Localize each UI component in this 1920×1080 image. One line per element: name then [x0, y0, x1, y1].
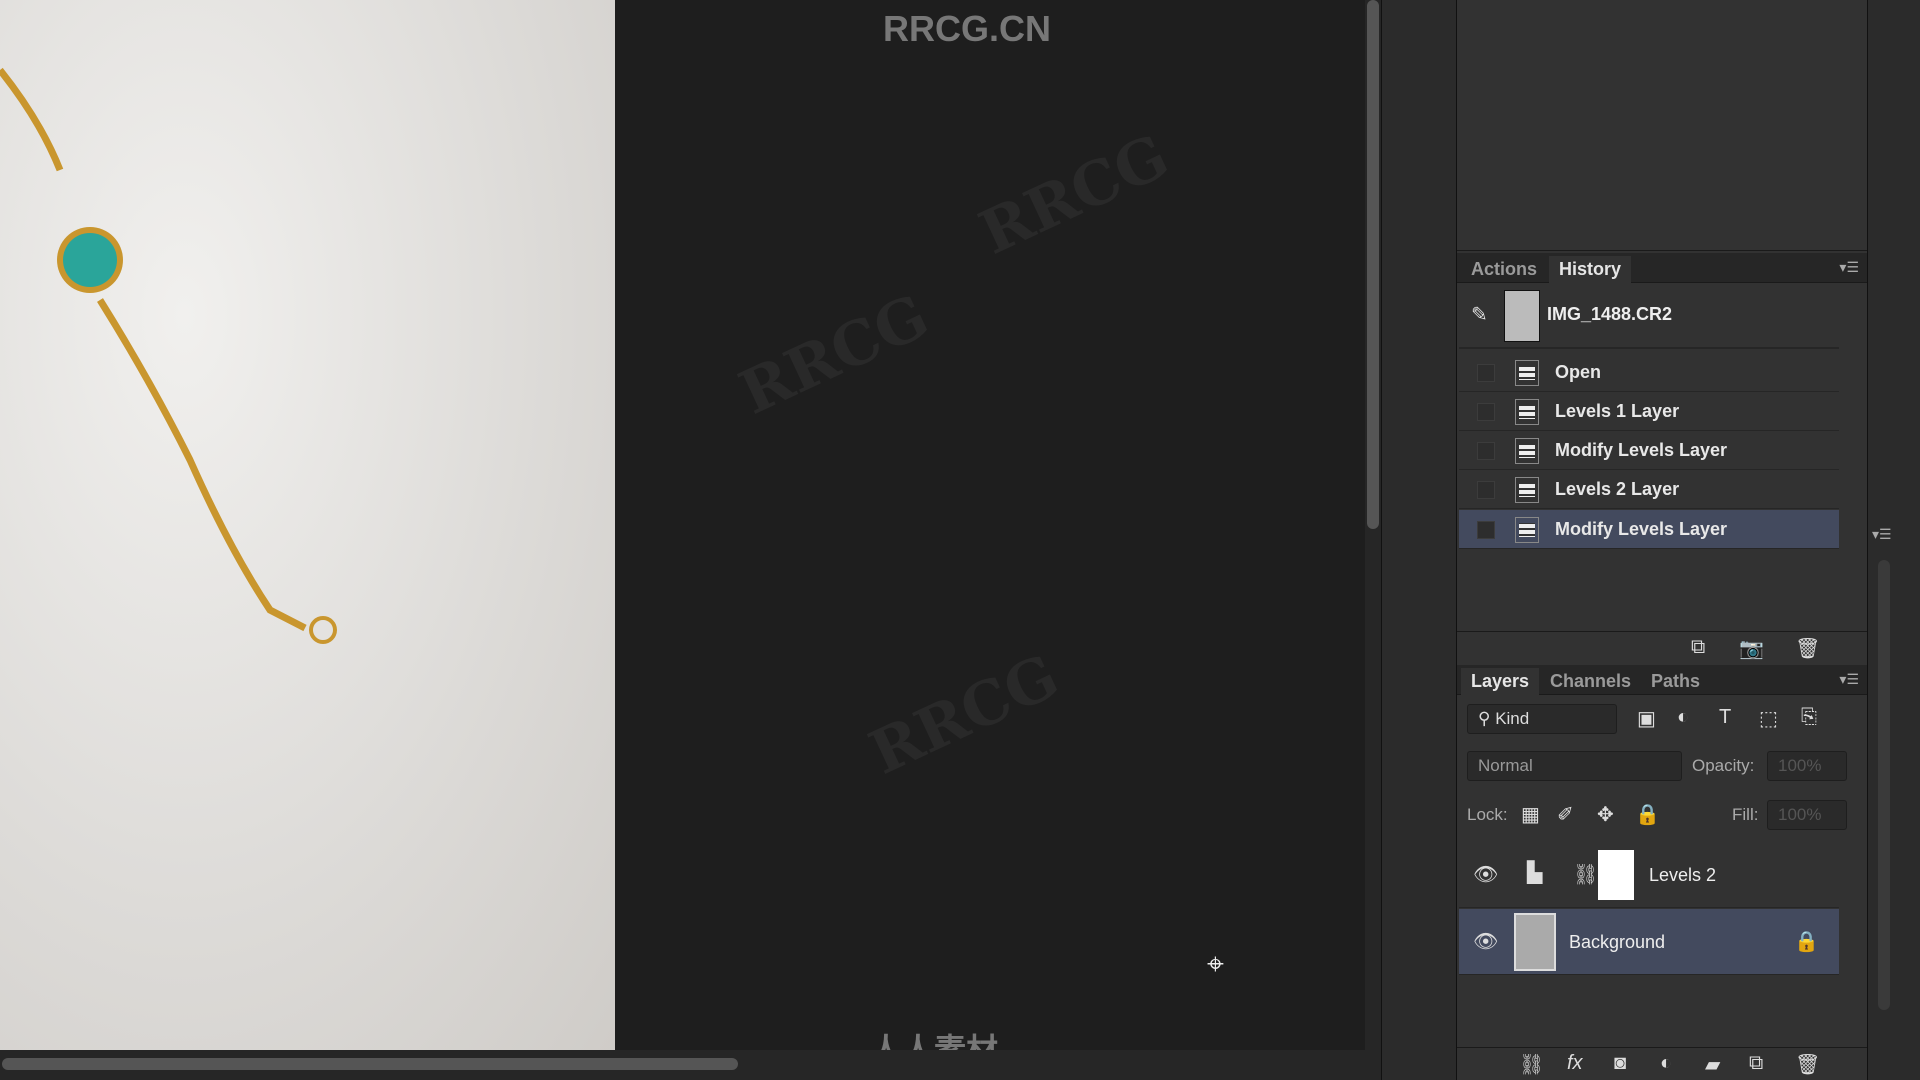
history-checkbox[interactable] [1477, 442, 1495, 460]
layer-name: Levels 2 [1649, 865, 1717, 885]
history-checkbox[interactable] [1477, 403, 1495, 421]
lock-transparent-icon[interactable]: ▦ [1521, 802, 1540, 827]
panel-dock [1381, 0, 1457, 1080]
history-item[interactable]: Open [1459, 353, 1839, 392]
history-item-label: Modify Levels Layer [1555, 440, 1728, 460]
fx-icon[interactable]: fx [1567, 1052, 1583, 1075]
history-state-icon [1515, 438, 1539, 464]
history-item[interactable]: Modify Levels Layer [1459, 431, 1839, 470]
filter-pixel-icon[interactable]: ▣ [1637, 706, 1656, 731]
new-document-from-state-icon[interactable]: ⧉ [1691, 636, 1705, 659]
history-tabs: Actions History ▾☰ [1457, 253, 1867, 283]
eye-visibility-icon[interactable]: 👁 [1473, 862, 1498, 887]
add-mask-icon[interactable]: ◙ [1614, 1052, 1626, 1075]
history-state-icon [1515, 517, 1539, 543]
fill-input[interactable]: 100% [1767, 800, 1847, 830]
snapshot-label: IMG_1488.CR2 [1547, 304, 1673, 324]
tab-paths[interactable]: Paths [1641, 668, 1710, 695]
lock-all-icon[interactable]: 🔒 [1635, 802, 1660, 827]
bracelet-image [0, 67, 337, 644]
panel-scrollbar[interactable] [1878, 560, 1890, 1010]
layers-footer: ⛓ fx ◙ ◐ ▰ ⧉ 🗑 [1457, 1047, 1867, 1080]
watermark-top: RRCG.CN [883, 8, 1051, 49]
camera-snapshot-icon[interactable]: 📷 [1739, 636, 1764, 661]
layer-mask-thumbnail[interactable] [1598, 850, 1634, 900]
filter-adjustment-icon[interactable]: ◐ [1677, 706, 1689, 729]
blend-mode-select[interactable]: Normal [1467, 751, 1682, 781]
watermark: RRCG [969, 121, 1180, 269]
right-panels: Actions History ▾☰ ✎ IMG_1488.CR2 Open L… [1457, 0, 1867, 1080]
chain-link-icon[interactable]: ⛓ [1573, 862, 1598, 887]
layer-name: Background [1569, 932, 1666, 952]
lock-icon: 🔒 [1794, 931, 1819, 953]
trash-icon[interactable]: 🗑 [1795, 636, 1820, 661]
top-panel [1457, 0, 1867, 251]
layer-thumbnail [1514, 913, 1556, 971]
folder-icon[interactable]: ▰ [1705, 1052, 1720, 1077]
side-panel-strip: ▾☰ [1867, 0, 1920, 1080]
history-checkbox[interactable] [1477, 481, 1495, 499]
adjustment-layer-icon[interactable]: ◐ [1660, 1052, 1672, 1075]
tab-history[interactable]: History [1549, 256, 1632, 283]
tab-layers[interactable]: Layers [1461, 668, 1540, 695]
history-footer: ⧉ 📷 🗑 [1457, 631, 1867, 664]
trash-icon[interactable]: 🗑 [1795, 1052, 1820, 1077]
layers-tabs: Layers Channels Paths ▾☰ [1457, 665, 1867, 695]
panel-menu-icon[interactable]: ▾☰ [1872, 526, 1892, 543]
panel-menu-icon[interactable]: ▾☰ [1839, 259, 1859, 276]
levels-adjustment-icon: ▙ [1527, 862, 1543, 884]
canvas-area[interactable]: RRCG.CN RRCG RRCG RRCG 人人素材 ⌖ [615, 0, 1365, 1068]
opacity-label: Opacity: [1692, 756, 1755, 775]
layer-filter-select[interactable]: ⚲ Kind [1467, 704, 1617, 734]
history-item-selected[interactable]: Modify Levels Layer [1459, 510, 1839, 549]
history-brush-icon[interactable]: ✎ [1471, 302, 1488, 327]
filter-type-icon[interactable]: T [1719, 706, 1731, 729]
history-item[interactable]: Levels 1 Layer [1459, 392, 1839, 431]
watermark: RRCG [729, 281, 940, 429]
vertical-scroll-thumb[interactable] [1367, 0, 1379, 529]
history-state-icon [1515, 477, 1539, 503]
lock-label: Lock: [1467, 805, 1508, 824]
layer-row-selected[interactable]: 👁 Background 🔒 [1459, 909, 1839, 975]
lock-image-brush-icon[interactable]: ✐ [1557, 802, 1574, 827]
lock-position-move-icon[interactable]: ✥ [1597, 802, 1614, 827]
tab-channels[interactable]: Channels [1540, 668, 1641, 695]
search-icon: ⚲ [1478, 709, 1496, 728]
horizontal-scroll-thumb[interactable] [2, 1058, 738, 1070]
history-snapshot[interactable]: ✎ IMG_1488.CR2 [1459, 284, 1839, 349]
panel-menu-icon[interactable]: ▾☰ [1839, 671, 1859, 688]
history-state-icon [1515, 360, 1539, 386]
link-layers-icon[interactable]: ⛓ [1519, 1052, 1544, 1077]
watermark: RRCG [859, 641, 1070, 789]
history-item-label: Levels 2 Layer [1555, 479, 1680, 499]
tab-actions[interactable]: Actions [1461, 256, 1547, 283]
history-checkbox[interactable] [1477, 364, 1495, 382]
filter-smartobject-icon[interactable]: ⎘ [1801, 706, 1817, 729]
fill-label: Fill: [1732, 805, 1759, 824]
history-item-label: Modify Levels Layer [1555, 519, 1728, 539]
opacity-input[interactable]: 100% [1767, 751, 1847, 781]
document-image [0, 0, 615, 1050]
crosshair-cursor-icon: ⌖ [1207, 948, 1224, 981]
layer-row[interactable]: 👁 ▙ ⛓ Levels 2 [1459, 842, 1839, 908]
history-item-label: Open [1555, 362, 1602, 382]
filter-label: Kind [1495, 709, 1530, 728]
history-item-label: Levels 1 Layer [1555, 401, 1680, 421]
history-checkbox[interactable] [1477, 521, 1495, 539]
history-state-icon [1515, 399, 1539, 425]
snapshot-thumbnail [1504, 290, 1540, 342]
new-layer-icon[interactable]: ⧉ [1749, 1052, 1763, 1075]
filter-shape-icon[interactable]: ⬚ [1759, 706, 1778, 731]
history-item[interactable]: Levels 2 Layer [1459, 470, 1839, 509]
eye-visibility-icon[interactable]: 👁 [1473, 929, 1498, 954]
